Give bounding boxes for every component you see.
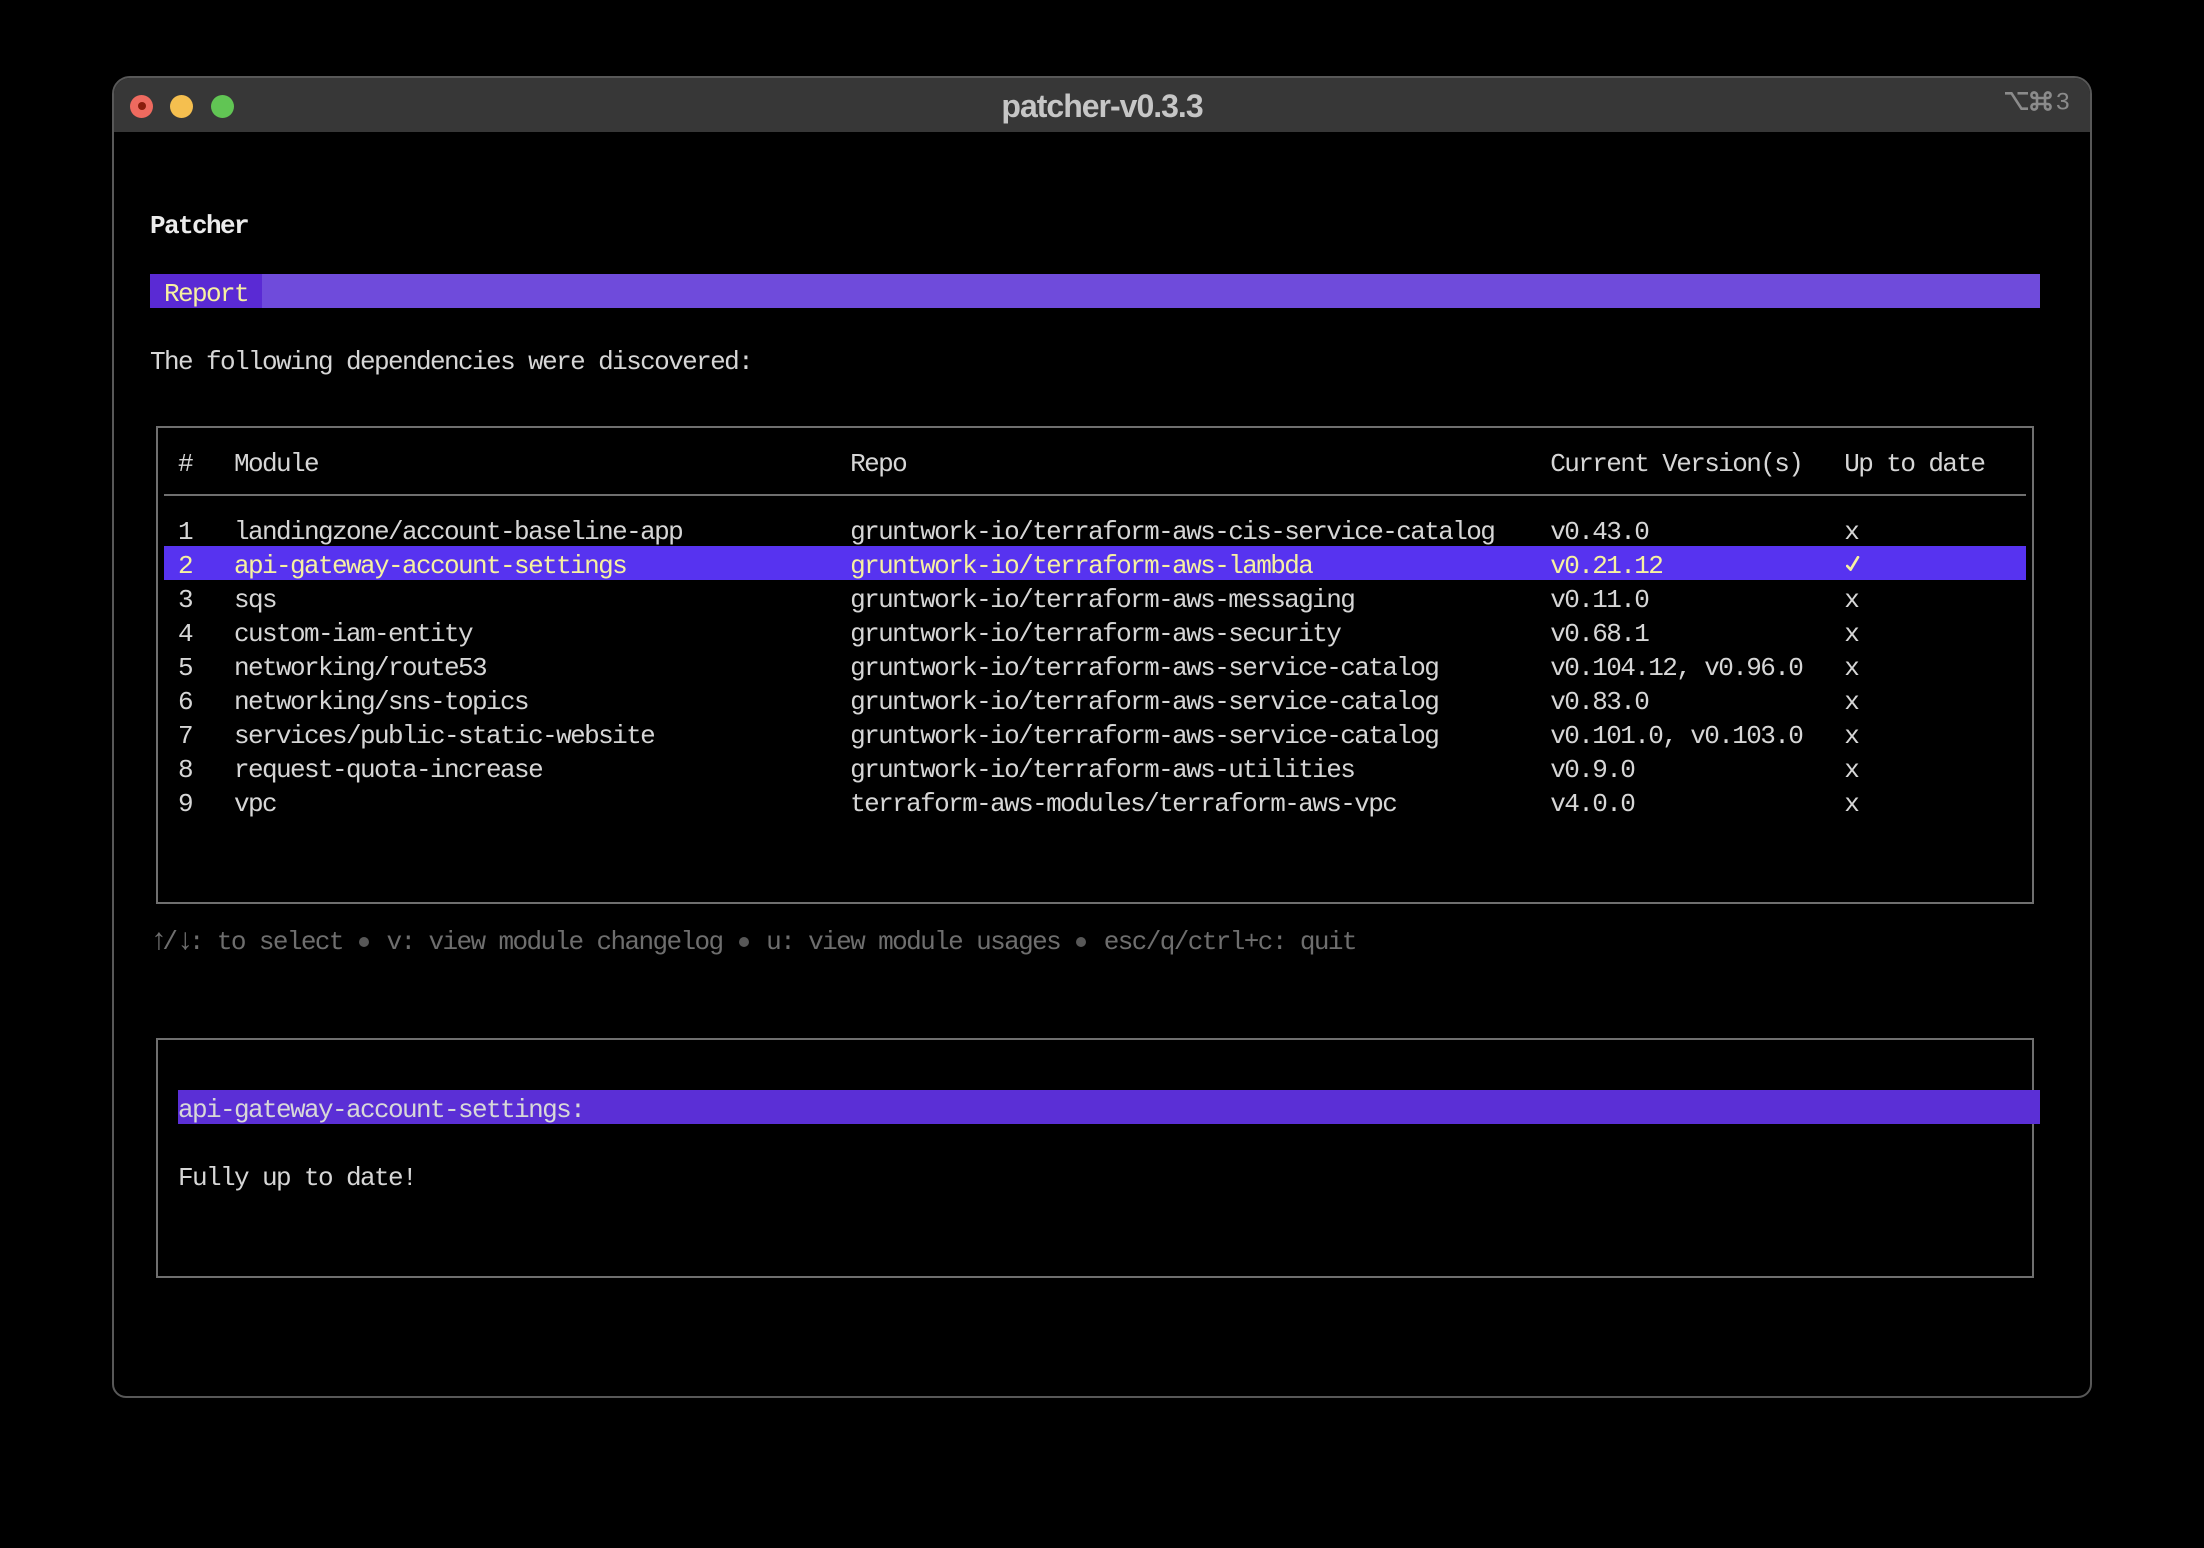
svg-text:3: 3 <box>2056 91 2070 113</box>
